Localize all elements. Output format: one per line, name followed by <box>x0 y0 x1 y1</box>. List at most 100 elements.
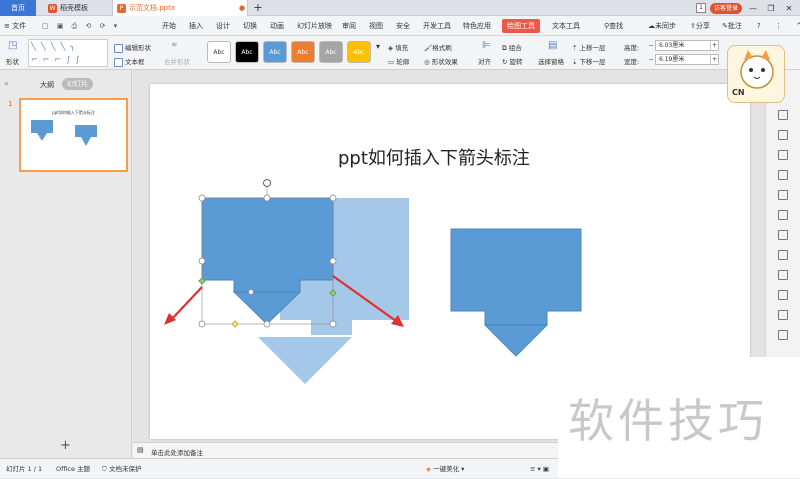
outline-button[interactable]: ▭ 轮廓 <box>388 56 409 66</box>
shield-icon: ⛉ <box>102 465 109 473</box>
bring-forward-label: 上移一层 <box>579 44 606 52</box>
menu-item-developer[interactable]: 开发工具 <box>423 16 451 36</box>
search-label: 查找 <box>609 22 624 30</box>
sidebar-tool-icon-8[interactable] <box>778 250 788 260</box>
selection-pane-button[interactable]: 选择窗格 <box>538 56 564 66</box>
group-label: 组合 <box>508 44 522 52</box>
width-value: 6.19厘米 <box>659 56 685 63</box>
beautify-button[interactable]: ◈ 一键美化 ▾ <box>426 459 464 479</box>
menu-item-start[interactable]: 开始 <box>162 16 176 36</box>
menu-item-slideshow[interactable]: 幻灯片放映 <box>297 16 332 36</box>
tab-slides[interactable]: 幻灯片 <box>62 78 93 90</box>
view-toggle-icons[interactable]: ≡ ▾ ▣ <box>530 459 549 479</box>
style-gallery-more-icon[interactable]: ▾ <box>376 42 380 51</box>
theme-name[interactable]: Office 主题 <box>56 459 90 479</box>
slide-thumbnail[interactable]: ppt如何插入下箭头标注 <box>19 98 128 172</box>
close-button[interactable]: ✕ <box>782 4 796 13</box>
tab-home[interactable]: 首页 <box>0 0 36 16</box>
page-indicator: 1 <box>696 3 706 13</box>
shape-style-2[interactable]: Abc <box>235 41 259 63</box>
edit-shape-button[interactable]: 编辑形状 <box>114 42 151 53</box>
shape-button[interactable]: 形状 <box>6 56 19 66</box>
sidebar-tool-icon-1[interactable] <box>778 110 788 120</box>
menu-item-insert[interactable]: 插入 <box>189 16 203 36</box>
menu-item-animation[interactable]: 动画 <box>270 16 284 36</box>
notes-placeholder[interactable]: 单击此处添加备注 <box>151 447 203 457</box>
merge-shape-button[interactable]: 合并形状 <box>164 56 190 66</box>
menu-item-view[interactable]: 视图 <box>369 16 383 36</box>
increase-width-button[interactable]: + <box>710 55 718 64</box>
red-pointer-left <box>169 286 203 322</box>
add-slide-button[interactable]: + <box>60 438 71 453</box>
textbox-button[interactable]: 文本框 <box>114 56 145 67</box>
shape-icon: ◳ <box>8 40 18 51</box>
sidebar-tool-icon-4[interactable] <box>778 170 788 180</box>
align-button[interactable]: 对齐 <box>478 56 491 66</box>
sidebar-tool-icon-10[interactable] <box>778 290 788 300</box>
group-button[interactable]: ⧉ 组合 <box>502 42 522 53</box>
shape-gallery[interactable]: ╲╲╲╲╮ ⌐⌐⌐∫∫ <box>28 39 108 67</box>
search-button[interactable]: ⚲查找 <box>604 16 623 36</box>
protect-status[interactable]: ⛉ 文档未保护 <box>102 459 141 479</box>
adjust-handle-bottom[interactable] <box>231 320 239 328</box>
wps-logo-icon: W <box>48 3 57 13</box>
share-button[interactable]: ⇪分享 <box>690 16 710 36</box>
shape-style-3[interactable]: Abc <box>263 41 287 63</box>
shape-style-1[interactable]: Abc <box>207 41 231 63</box>
sidebar-tool-icon-12[interactable] <box>778 330 788 340</box>
shape-style-4[interactable]: Abc <box>291 41 315 63</box>
help-icons[interactable]: ? ⋮ ^ <box>757 16 800 36</box>
sync-button[interactable]: ☁未同步 <box>648 16 676 36</box>
menu-item-text-tools[interactable]: 文本工具 <box>552 16 580 36</box>
ribbon-toolbar: ◳ 形状 ╲╲╲╲╮ ⌐⌐⌐∫∫ 编辑形状 文本框 合并形状 ⚭ Abc Abc … <box>0 36 800 70</box>
bring-forward-button[interactable]: ⇡ 上移一层 <box>572 42 606 52</box>
fill-label: 填充 <box>395 44 409 52</box>
maximize-button[interactable]: ❐ <box>764 4 778 13</box>
width-input[interactable]: −6.19厘米 + <box>648 54 719 65</box>
menu-item-transition[interactable]: 切换 <box>243 16 257 36</box>
selected-down-arrow-callout[interactable] <box>201 197 334 293</box>
down-arrow-callout-2[interactable] <box>450 228 582 326</box>
comment-button[interactable]: ✎批注 <box>722 16 742 36</box>
sidebar-tool-icon-11[interactable] <box>778 310 788 320</box>
tab-outline[interactable]: 大纲 <box>40 80 54 90</box>
decrease-width-button[interactable]: − <box>647 55 655 64</box>
slide-counter: 幻灯片 1 / 1 <box>6 465 43 473</box>
menu-item-review[interactable]: 审阅 <box>342 16 356 36</box>
thumbnail-shapes <box>31 120 97 146</box>
sidebar-tool-icon-7[interactable] <box>778 230 788 240</box>
rotate-button[interactable]: ↻ 旋转 <box>502 56 523 66</box>
sidebar-tool-icon-6[interactable] <box>778 210 788 220</box>
height-input[interactable]: −6.03厘米 + <box>648 40 719 51</box>
menu-item-security[interactable]: 安全 <box>396 16 410 36</box>
sidebar-tool-icon-9[interactable] <box>778 270 788 280</box>
tab-document[interactable]: P 示范文档.pptx ● <box>112 0 248 16</box>
notes-icon: ▤ <box>137 446 144 454</box>
increase-height-button[interactable]: + <box>710 41 718 50</box>
file-menu[interactable]: ≡ 文件 <box>4 16 26 36</box>
sidebar-tool-icon-5[interactable] <box>778 190 788 200</box>
login-button[interactable]: 访客登录 <box>709 2 742 14</box>
new-tab-button[interactable]: + <box>252 0 264 16</box>
watermark-text: 软件技巧 <box>568 394 768 448</box>
minimize-button[interactable]: — <box>746 4 760 13</box>
protect-label: 文档未保护 <box>108 465 142 473</box>
rotate-handle-icon[interactable] <box>263 179 271 187</box>
menu-item-design[interactable]: 设计 <box>216 16 230 36</box>
tab-template[interactable]: W 稻壳模板 <box>44 0 110 16</box>
shape-style-6[interactable]: Abc <box>347 41 371 63</box>
sidebar-tool-icon-2[interactable] <box>778 130 788 140</box>
decrease-height-button[interactable]: − <box>647 41 655 50</box>
menu-item-features[interactable]: 特色应用 <box>463 16 491 36</box>
slide-panel: « 大纲 幻灯片 1 ppt如何插入下箭头标注 + <box>0 70 132 458</box>
collapse-panel-icon[interactable]: « <box>4 79 9 88</box>
shape-style-5[interactable]: Abc <box>319 41 343 63</box>
sidebar-tool-icon-3[interactable] <box>778 150 788 160</box>
menu-item-drawing-tools[interactable]: 绘图工具 <box>502 19 540 33</box>
quick-access-toolbar[interactable]: ▢ ▣ ⎙ ⟲ ⟳ ▾ <box>42 16 120 36</box>
fill-button[interactable]: ◈ 填充 <box>388 42 408 52</box>
format-brush-button[interactable]: 🖌格式刷 <box>424 42 452 52</box>
callout-2-arrowhead <box>483 324 549 357</box>
send-backward-button[interactable]: ⇣ 下移一层 <box>572 56 606 66</box>
shape-effect-button[interactable]: ◎ 形状效果 <box>424 56 458 66</box>
